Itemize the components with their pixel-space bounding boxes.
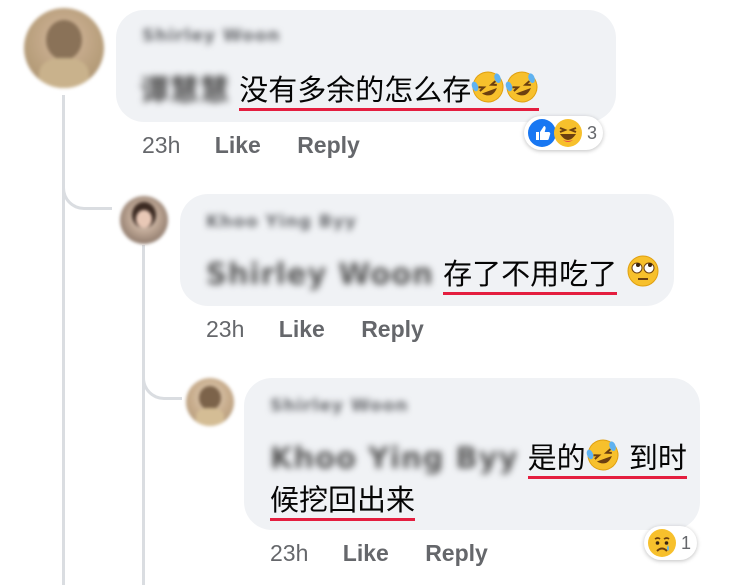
- avatar[interactable]: [24, 8, 104, 88]
- reaction-count: 1: [681, 532, 692, 553]
- comment-time[interactable]: 23h: [270, 540, 308, 567]
- reply-button[interactable]: Reply: [361, 316, 424, 343]
- comment-author[interactable]: Khoo Ying Byy: [206, 212, 357, 232]
- like-button[interactable]: Like: [215, 132, 261, 159]
- comment-author[interactable]: Shirley Woon: [142, 26, 281, 46]
- comment-text-line2: 候挖回出来: [270, 480, 416, 521]
- like-button[interactable]: Like: [343, 540, 389, 567]
- reaction-summary[interactable]: 1: [644, 526, 698, 560]
- thread-line-branch-1: [62, 180, 112, 210]
- sad-icon: [648, 529, 676, 557]
- rofl-emoji-icon: [471, 70, 505, 114]
- reply-button[interactable]: Reply: [425, 540, 488, 567]
- comment-text-content: 是的: [527, 441, 586, 475]
- comment-text: Khoo Ying Byy 是的 到时: [270, 438, 687, 482]
- mention-tag[interactable]: Khoo Ying Byy: [270, 441, 518, 475]
- reaction-summary[interactable]: 3: [524, 116, 604, 150]
- haha-icon: [554, 119, 582, 147]
- like-button[interactable]: Like: [279, 316, 325, 343]
- comment-actions: 23h Like Reply: [270, 540, 488, 567]
- reply-button[interactable]: Reply: [297, 132, 360, 159]
- comment-time[interactable]: 23h: [206, 316, 244, 343]
- comment-text-content: 候挖回出来: [270, 483, 416, 521]
- reaction-count: 3: [587, 122, 598, 143]
- comment-author[interactable]: Shirley Woon: [270, 396, 409, 416]
- eye-roll-emoji-icon: [626, 254, 660, 298]
- comment-text: Shirley Woon 存了不用吃了: [206, 254, 660, 298]
- comment-text-content: 到时: [628, 441, 687, 475]
- comment-text: 谭慧慧 没有多余的怎么存: [140, 70, 540, 114]
- comment-actions: 23h Like Reply: [206, 316, 424, 343]
- comment-text-content: 没有多余的怎么存: [239, 73, 472, 107]
- comment-text-content: 存了不用吃了: [443, 257, 618, 295]
- comment-time[interactable]: 23h: [142, 132, 180, 159]
- thread-line-main: [62, 95, 65, 585]
- avatar[interactable]: [120, 196, 168, 244]
- thread-line-branch-2: [142, 370, 182, 400]
- mention-tag[interactable]: 谭慧慧: [140, 73, 230, 107]
- thread-line-reply: [142, 245, 145, 585]
- rofl-emoji-icon: [505, 70, 539, 114]
- mention-tag[interactable]: Shirley Woon: [206, 257, 434, 291]
- avatar[interactable]: [186, 378, 234, 426]
- rofl-emoji-icon: [586, 438, 620, 482]
- comment-actions: 23h Like Reply: [142, 132, 360, 159]
